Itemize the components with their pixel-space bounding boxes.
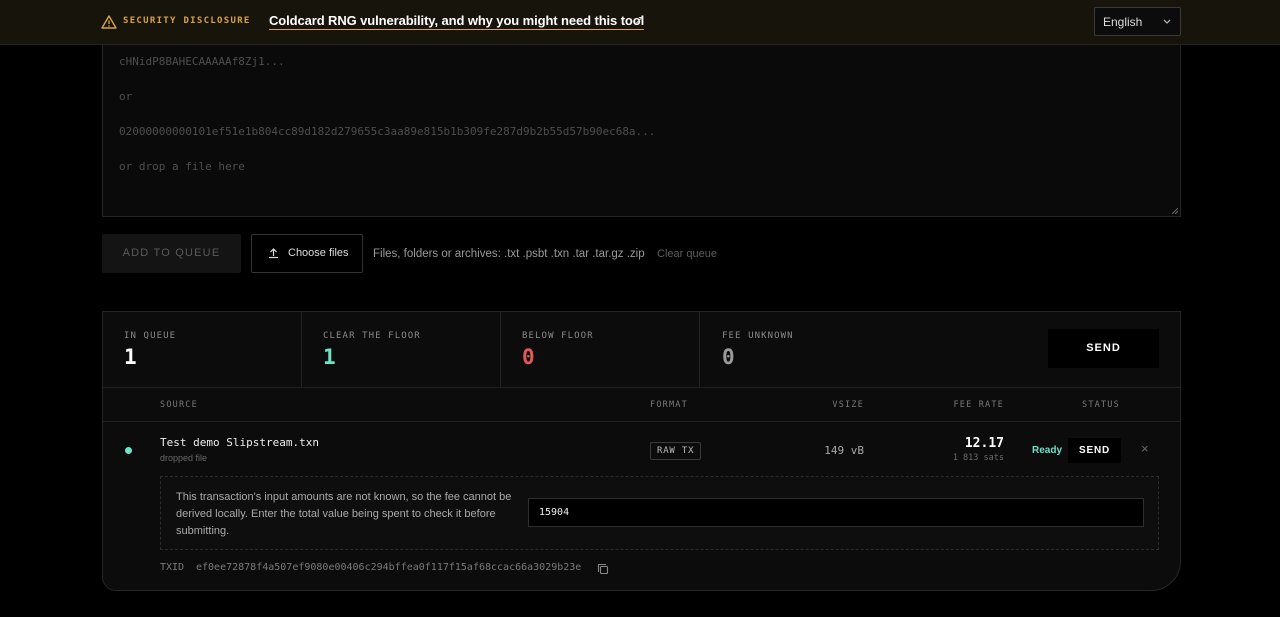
- vsize-value: 149 vB: [824, 444, 864, 457]
- input-amount-notice: This transaction's input amounts are not…: [160, 476, 1159, 550]
- stat-label: CLEAR THE FLOOR: [323, 331, 421, 341]
- header-vsize: VSIZE: [832, 400, 864, 410]
- transaction-input-area[interactable]: cHNidP8BAHECAAAAAf8Zj1... or 02000000000…: [102, 45, 1181, 217]
- add-to-queue-button[interactable]: ADD TO QUEUE: [102, 234, 241, 273]
- stat-value: 0: [522, 345, 535, 369]
- fee-sats-value: 1 813 sats: [952, 453, 1004, 463]
- stat-fee-unknown: FEE UNKNOWN 0: [701, 312, 900, 388]
- stat-value: 1: [124, 345, 137, 369]
- stat-in-queue: IN QUEUE 1: [103, 312, 302, 388]
- stat-value: 0: [722, 345, 735, 369]
- source-filename: Test demo Slipstream.txn: [160, 436, 319, 449]
- stat-clear-the-floor: CLEAR THE FLOOR 1: [302, 312, 501, 388]
- header-status: STATUS: [1082, 400, 1120, 410]
- stat-value: 1: [323, 345, 336, 369]
- format-badge: RAW TX: [650, 442, 702, 460]
- input-value-field[interactable]: [528, 498, 1144, 527]
- language-selected: English: [1103, 15, 1143, 29]
- txid-label: TXID: [160, 562, 185, 573]
- status-dot: [125, 447, 132, 454]
- queue-panel: IN QUEUE 1 CLEAR THE FLOOR 1 BELOW FLOOR…: [102, 311, 1181, 591]
- upload-icon: [269, 248, 278, 259]
- stat-label: BELOW FLOOR: [522, 331, 594, 341]
- security-banner: SECURITY DISCLOSURE Coldcard RNG vulnera…: [0, 0, 1280, 45]
- placeholder-or: or: [119, 90, 133, 103]
- queue-stats: IN QUEUE 1 CLEAR THE FLOOR 1 BELOW FLOOR…: [103, 312, 1180, 388]
- disclosure-tag: SECURITY DISCLOSURE: [123, 16, 251, 26]
- txid-value: ef0ee72878f4a507ef9080e00406c294bffea0f1…: [196, 562, 582, 573]
- external-link-icon[interactable]: ↗: [634, 13, 644, 27]
- fee-rate-value: 12.17: [964, 436, 1004, 451]
- file-types-hint: Files, folders or archives: .txt .psbt .…: [373, 248, 645, 260]
- table-row: Test demo Slipstream.txn dropped file RA…: [103, 422, 1180, 590]
- send-all-button[interactable]: SEND: [1048, 329, 1159, 368]
- header-format: FORMAT: [650, 400, 688, 410]
- chevron-down-icon: [1163, 19, 1171, 24]
- header-fee-rate: FEE RATE: [953, 400, 1004, 410]
- resize-grip-icon[interactable]: [1172, 208, 1178, 214]
- status-ready: Ready: [1032, 445, 1063, 456]
- language-select[interactable]: English: [1094, 7, 1181, 36]
- choose-files-label: Choose files: [288, 247, 349, 259]
- stat-label: IN QUEUE: [124, 331, 177, 341]
- disclosure-link[interactable]: Coldcard RNG vulnerability, and why you …: [269, 13, 644, 30]
- placeholder-rawtx: 02000000000101ef51e1b804cc89d182d279655c…: [119, 125, 656, 138]
- header-source: SOURCE: [160, 400, 198, 410]
- warning-triangle-icon: [101, 15, 117, 29]
- copy-icon[interactable]: [597, 563, 609, 575]
- placeholder-psbt: cHNidP8BAHECAAAAAf8Zj1...: [119, 55, 285, 68]
- stat-below-floor: BELOW FLOOR 0: [501, 312, 700, 388]
- stat-label: FEE UNKNOWN: [722, 331, 794, 341]
- table-header: SOURCE FORMAT VSIZE FEE RATE STATUS: [103, 388, 1180, 422]
- choose-files-button[interactable]: Choose files: [251, 234, 363, 273]
- clear-queue-link[interactable]: Clear queue: [657, 248, 717, 260]
- source-origin: dropped file: [160, 453, 208, 463]
- remove-row-icon[interactable]: ×: [1141, 441, 1149, 456]
- placeholder-drop: or drop a file here: [119, 160, 245, 173]
- notice-text: This transaction's input amounts are not…: [176, 491, 512, 537]
- send-row-button[interactable]: SEND: [1068, 438, 1121, 463]
